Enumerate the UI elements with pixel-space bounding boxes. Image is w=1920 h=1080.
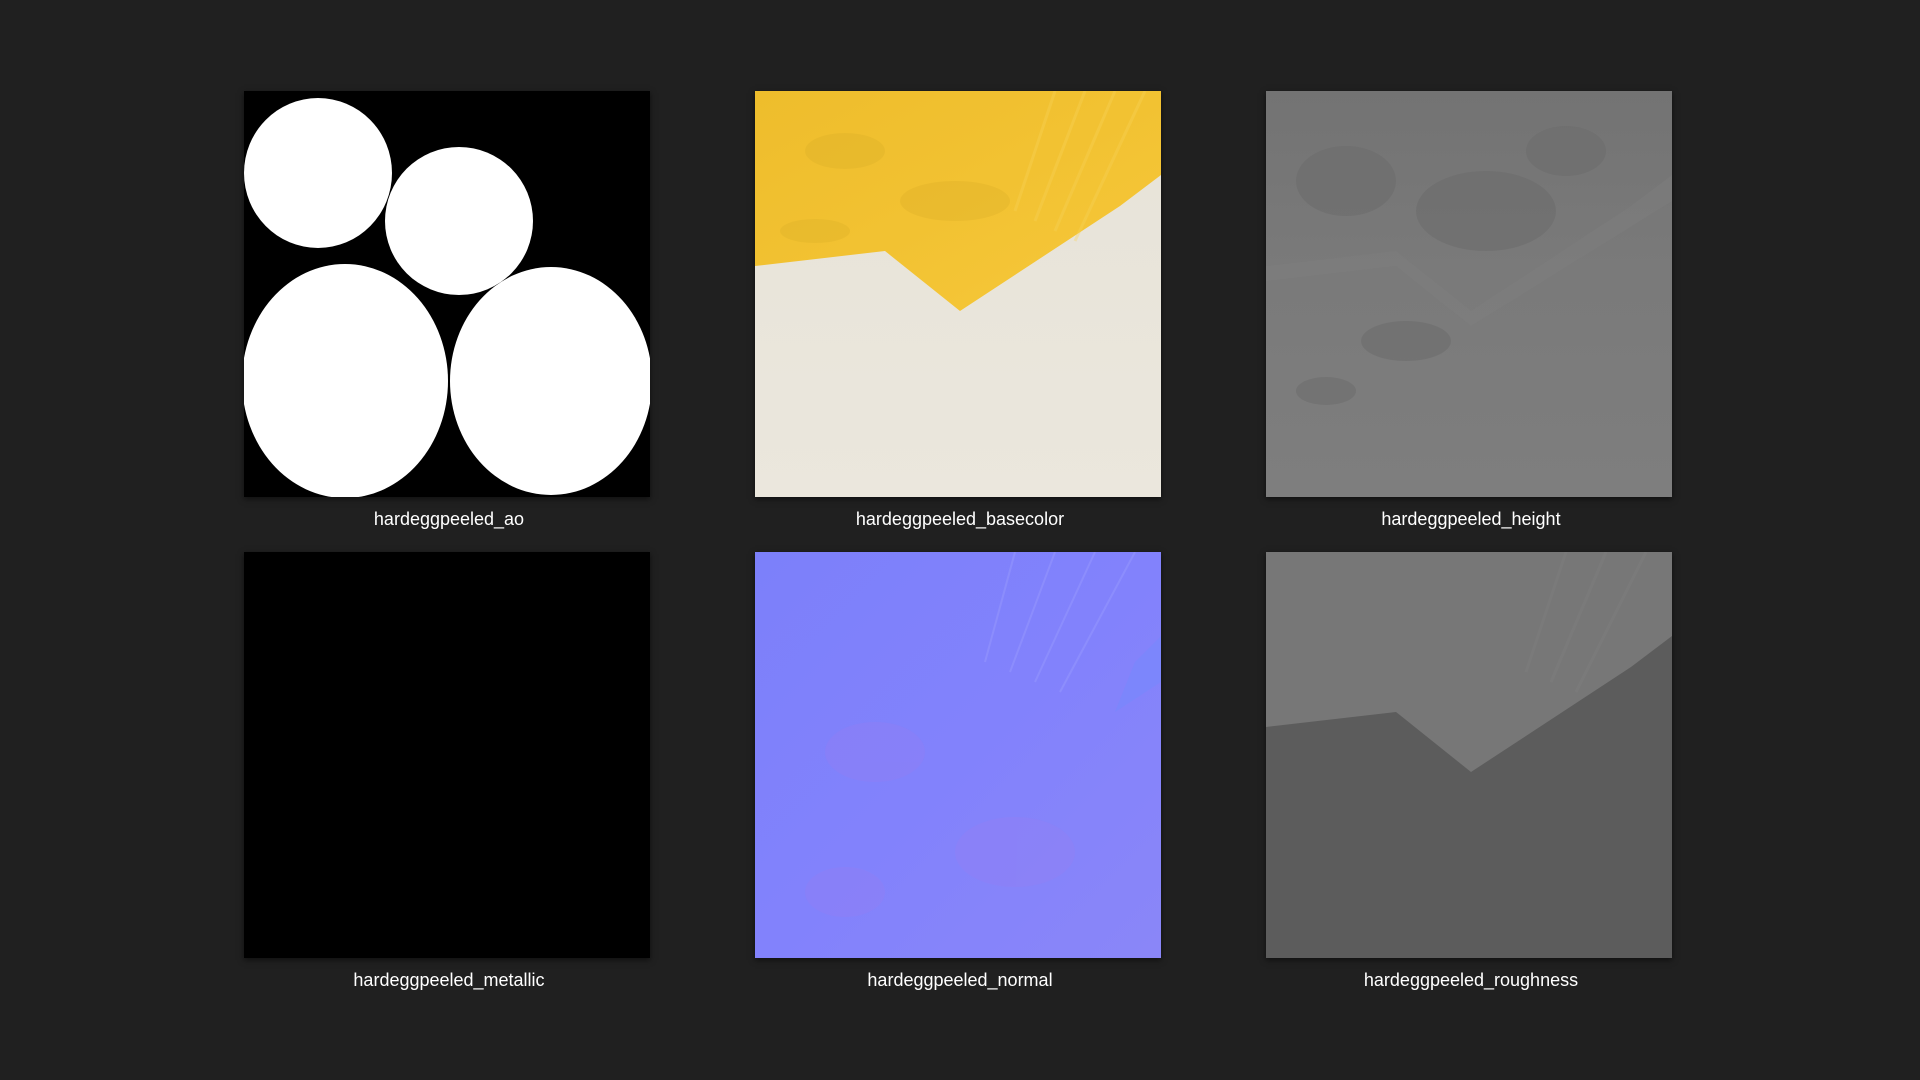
thumbnail-normal[interactable]: [755, 552, 1161, 958]
normal-texture-image: [755, 552, 1161, 958]
file-tile-roughness[interactable]: hardeggpeeled_roughness: [1266, 552, 1672, 1012]
thumbnail-roughness[interactable]: [1266, 552, 1672, 958]
file-tile-metallic[interactable]: hardeggpeeled_metallic: [244, 552, 650, 1012]
thumbnail-ao[interactable]: [244, 91, 650, 497]
thumbnail-metallic[interactable]: [244, 552, 650, 958]
file-name-label: hardeggpeeled_height: [1381, 509, 1561, 529]
metallic-texture-image: [244, 552, 650, 958]
ao-texture-image: [244, 91, 650, 497]
file-tile-ao[interactable]: hardeggpeeled_ao: [244, 91, 650, 551]
file-tile-height[interactable]: hardeggpeeled_height: [1266, 91, 1672, 551]
file-tile-basecolor[interactable]: hardeggpeeled_basecolor: [755, 91, 1161, 551]
height-texture-image: [1266, 91, 1672, 497]
file-name-label: hardeggpeeled_metallic: [353, 970, 545, 990]
basecolor-texture-image: [755, 91, 1161, 497]
file-name-label: hardeggpeeled_ao: [373, 509, 525, 529]
file-tile-normal[interactable]: hardeggpeeled_normal: [755, 552, 1161, 1012]
roughness-texture-image: [1266, 552, 1672, 958]
thumbnail-basecolor[interactable]: [755, 91, 1161, 497]
file-grid: hardeggpeeled_ao hardeggpeeled_basecolor…: [0, 0, 1920, 1080]
thumbnail-height[interactable]: [1266, 91, 1672, 497]
file-name-label: hardeggpeeled_roughness: [1363, 970, 1579, 990]
file-name-label: hardeggpeeled_basecolor: [855, 509, 1065, 529]
file-name-label: hardeggpeeled_normal: [867, 970, 1053, 990]
